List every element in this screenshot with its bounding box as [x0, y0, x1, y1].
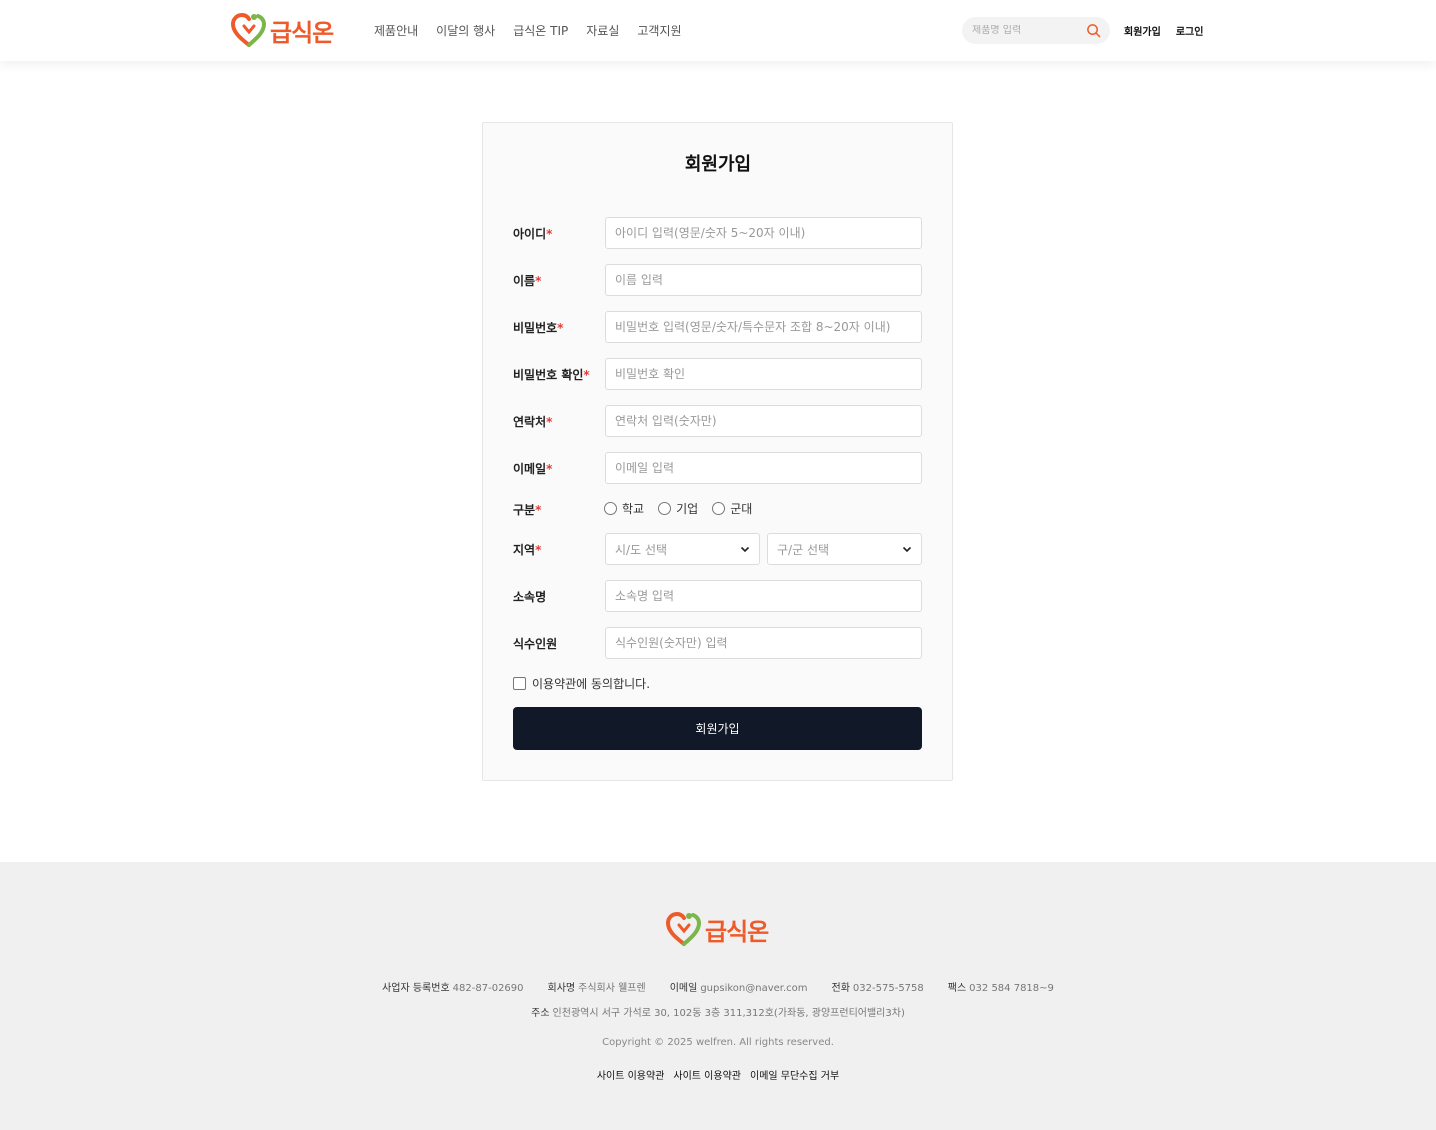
phone-label: 연락처*	[513, 413, 552, 430]
footer-link-site-terms-2[interactable]: 사이트 이용약관	[673, 1067, 741, 1082]
footer-link-site-terms[interactable]: 사이트 이용약관	[597, 1067, 665, 1082]
name-input[interactable]	[605, 264, 922, 296]
business-number: 사업자 등록번호 482-87-02690	[382, 979, 523, 994]
nav-item-events[interactable]: 이달의 행사	[436, 22, 495, 39]
password-label: 비밀번호*	[513, 319, 563, 336]
user-id-label-text: 아이디	[513, 227, 547, 241]
headcount-label: 식수인원	[513, 637, 558, 651]
category-label-text: 구분	[513, 503, 536, 517]
address-value: 인천광역시 서구 가석로 30, 102동 3층 311,312호(가좌동, 광…	[552, 1008, 905, 1019]
footer-logo[interactable]: 급식온	[665, 910, 769, 948]
site-footer: 급식온 사업자 등록번호 482-87-02690 회사명 주식회사 웰프렌 이메일…	[0, 862, 1436, 1130]
district-select-value: 구/군 선택	[777, 542, 830, 557]
nav-item-support[interactable]: 고객지원	[637, 22, 681, 39]
district-select[interactable]: 구/군 선택	[767, 533, 922, 565]
region-label: 지역*	[513, 541, 541, 558]
footer-link-email-refusal[interactable]: 이메일 무단수집 거부	[750, 1067, 839, 1082]
info-key: 전화	[831, 983, 850, 994]
footer-logo-text: 급식온	[705, 917, 769, 946]
info-key: 사업자 등록번호	[382, 983, 450, 994]
radio-military-label: 군대	[730, 502, 753, 516]
email-label: 이메일*	[513, 460, 552, 477]
info-key: 이메일	[669, 983, 698, 994]
required-mark: *	[583, 368, 590, 382]
info-value: 482-87-02690	[452, 983, 524, 994]
company-name: 회사명 주식회사 웰프렌	[548, 979, 646, 994]
password-confirm-label: 비밀번호 확인*	[513, 366, 590, 383]
info-value: 032 584 7818~9	[969, 983, 1054, 994]
required-mark: *	[557, 321, 564, 335]
address-key: 주소	[531, 1008, 550, 1019]
category-radio-group: 학교 기업 군대	[604, 500, 752, 517]
required-mark: *	[546, 415, 553, 429]
chevron-down-icon	[902, 546, 912, 553]
required-mark: *	[535, 274, 542, 288]
name-label: 이름*	[513, 272, 541, 289]
heart-logo-icon	[230, 12, 267, 47]
login-link[interactable]: 로그인	[1176, 23, 1204, 38]
logo-text: 급식온	[270, 18, 334, 47]
headcount-input[interactable]	[605, 627, 922, 659]
name-label-text: 이름	[513, 274, 536, 288]
radio-school[interactable]: 학교	[604, 500, 644, 517]
region-label-text: 지역	[513, 543, 536, 557]
required-mark: *	[535, 543, 542, 557]
heart-logo-icon	[665, 911, 702, 946]
info-value: 주식회사 웰프렌	[578, 983, 646, 994]
nav-item-products[interactable]: 제품안내	[374, 22, 418, 39]
affiliation-input[interactable]	[605, 580, 922, 612]
required-mark: *	[546, 227, 553, 241]
nav-item-tips[interactable]: 급식온 TIP	[513, 22, 568, 39]
user-id-label: 아이디*	[513, 225, 552, 242]
required-mark: *	[535, 503, 542, 517]
info-value: gupsikon@naver.com	[700, 983, 808, 994]
terms-checkbox[interactable]	[513, 677, 526, 690]
signup-submit-button[interactable]: 회원가입	[513, 707, 922, 750]
phone-input[interactable]	[605, 405, 922, 437]
company-address: 주소 인천광역시 서구 가석로 30, 102동 3층 311,312호(가좌동,…	[0, 1004, 1436, 1019]
main-nav: 제품안내 이달의 행사 급식온 TIP 자료실 고객지원	[374, 22, 682, 39]
password-label-text: 비밀번호	[513, 321, 558, 335]
password-confirm-label-text: 비밀번호 확인	[513, 368, 584, 382]
radio-school-label: 학교	[622, 502, 645, 516]
chevron-down-icon	[740, 546, 750, 553]
city-select-value: 시/도 선택	[615, 542, 668, 557]
category-label: 구분*	[513, 501, 541, 518]
city-select[interactable]: 시/도 선택	[605, 533, 760, 565]
page-title: 회원가입	[684, 154, 752, 175]
user-id-input[interactable]	[605, 217, 922, 249]
password-input[interactable]	[605, 311, 922, 343]
product-search	[962, 17, 1110, 44]
affiliation-label: 소속명	[513, 590, 547, 604]
terms-agree-label: 이용약관에 동의합니다.	[532, 677, 651, 691]
radio-military[interactable]: 군대	[712, 500, 752, 517]
search-icon[interactable]	[1086, 23, 1101, 38]
company-email: 이메일 gupsikon@naver.com	[670, 979, 808, 994]
email-input[interactable]	[605, 452, 922, 484]
radio-circle-icon[interactable]	[658, 502, 672, 515]
search-input[interactable]	[972, 25, 1082, 36]
info-key: 팩스	[947, 983, 967, 994]
site-header: 급식온 제품안내 이달의 행사 급식온 TIP 자료실 고객지원 회원가입 로그…	[0, 0, 1436, 61]
company-info: 사업자 등록번호 482-87-02690 회사명 주식회사 웰프렌 이메일 gups…	[0, 979, 1436, 994]
site-logo[interactable]: 급식온	[230, 11, 334, 49]
radio-company-label: 기업	[676, 502, 699, 516]
company-fax: 팩스 032 584 7818~9	[948, 979, 1054, 994]
nav-item-resources[interactable]: 자료실	[586, 22, 619, 39]
company-phone: 전화 032-575-5758	[832, 979, 924, 994]
footer-links: 사이트 이용약관 사이트 이용약관 이메일 무단수집 거부	[0, 1067, 1436, 1082]
password-confirm-input[interactable]	[605, 358, 922, 390]
radio-circle-icon[interactable]	[712, 502, 726, 515]
info-key: 회사명	[547, 983, 576, 994]
info-value: 032-575-5758	[852, 983, 924, 994]
phone-label-text: 연락처	[513, 415, 547, 429]
radio-circle-icon[interactable]	[604, 502, 617, 515]
email-label-text: 이메일	[513, 462, 547, 476]
terms-agree[interactable]: 이용약관에 동의합니다.	[513, 675, 650, 692]
radio-company[interactable]: 기업	[658, 500, 698, 517]
copyright: Copyright © 2025 welfren. All rights res…	[602, 1037, 834, 1048]
auth-links: 회원가입 로그인	[1124, 23, 1203, 38]
signup-link[interactable]: 회원가입	[1124, 23, 1161, 38]
required-mark: *	[546, 462, 553, 476]
